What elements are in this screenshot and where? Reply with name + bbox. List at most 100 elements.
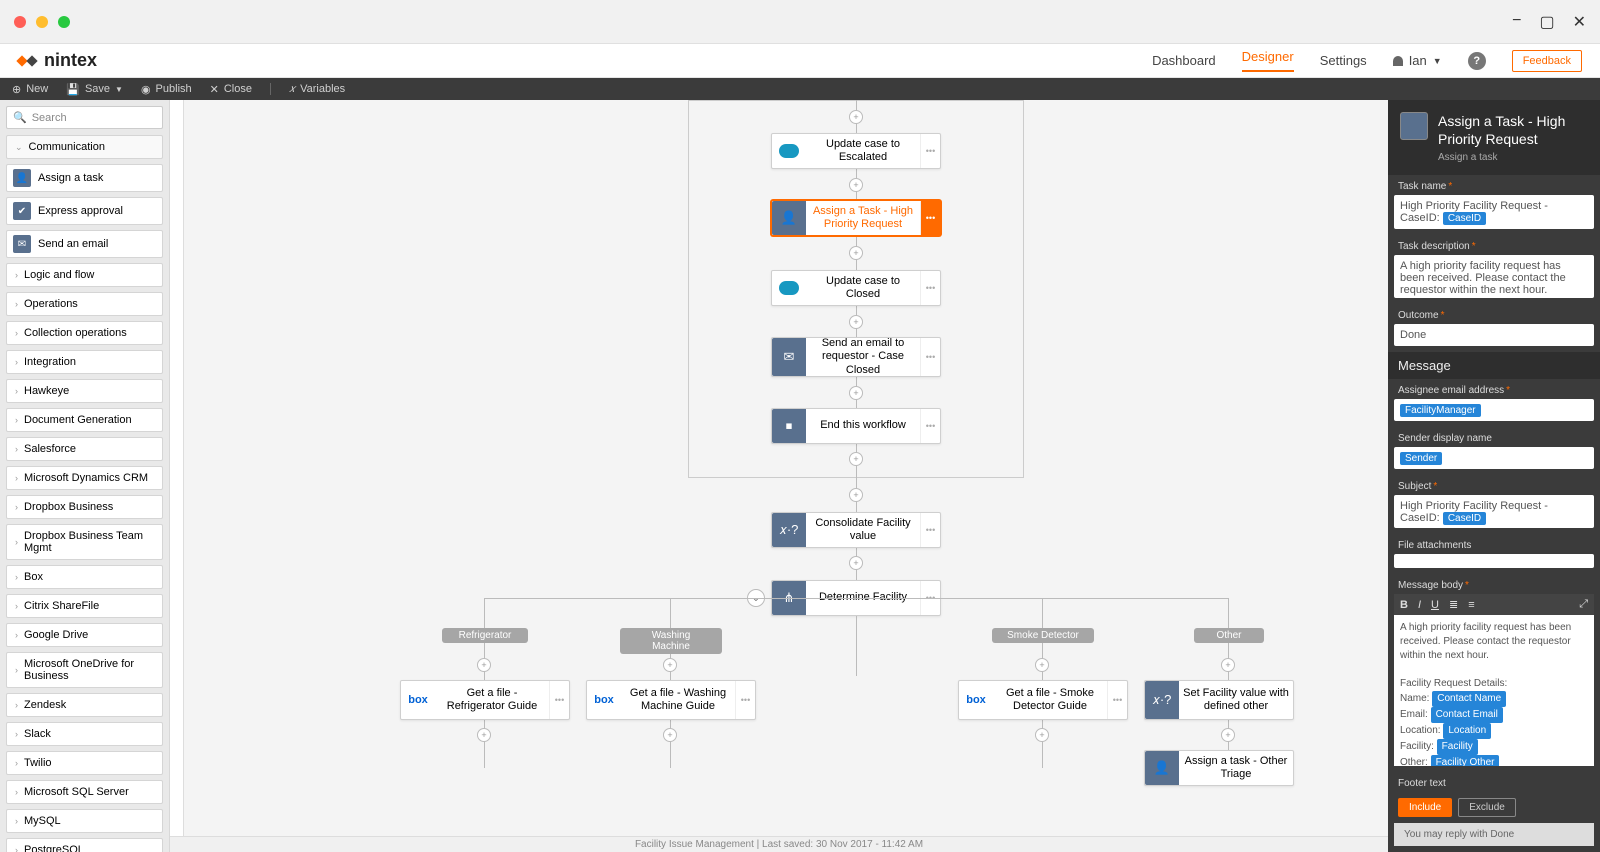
attachments-field[interactable] — [1394, 554, 1594, 568]
node-menu-button[interactable]: ••• — [1107, 681, 1127, 719]
node-assign-task-other-triage[interactable]: 👤 Assign a task - Other Triage — [1144, 750, 1294, 786]
node-send-email-case-closed[interactable]: ✉ Send an email to requestor - Case Clos… — [771, 337, 941, 377]
category-dropbox-business-team-mgmt[interactable]: ›Dropbox Business Team Mgmt — [6, 524, 163, 560]
node-assign-task-high-priority[interactable]: 👤 Assign a Task - High Priority Request … — [771, 200, 941, 236]
feedback-button[interactable]: Feedback — [1512, 50, 1582, 72]
node-menu-button[interactable]: ••• — [920, 271, 940, 305]
add-node-button[interactable]: + — [663, 658, 677, 672]
category-microsoft-sql-server[interactable]: ›Microsoft SQL Server — [6, 780, 163, 804]
category-operations[interactable]: ›Operations — [6, 292, 163, 316]
category-google-drive[interactable]: ›Google Drive — [6, 623, 163, 647]
node-end-workflow[interactable]: ⏹ End this workflow ••• — [771, 408, 941, 444]
palette-item-assign-task[interactable]: 👤Assign a task — [6, 164, 163, 192]
include-button[interactable]: Include — [1398, 798, 1452, 817]
add-node-button[interactable]: + — [849, 452, 863, 466]
palette-item-express-approval[interactable]: ✔Express approval — [6, 197, 163, 225]
bullet-list-button[interactable]: ≣ — [1449, 598, 1458, 611]
add-node-button[interactable]: + — [849, 110, 863, 124]
add-node-button[interactable]: + — [849, 488, 863, 502]
underline-button[interactable]: U — [1431, 599, 1439, 611]
node-menu-button[interactable]: ••• — [920, 409, 940, 443]
category-postgresql[interactable]: ›PostgreSQL — [6, 838, 163, 852]
expand-icon[interactable]: ⤢ — [1579, 598, 1588, 611]
save-button[interactable]: 💾 Save ▼ — [66, 83, 123, 96]
node-menu-button[interactable]: ••• — [920, 338, 940, 376]
nav-user[interactable]: Ian ▼ — [1393, 53, 1442, 68]
subject-field[interactable]: High Priority Facility Request - CaseID:… — [1394, 495, 1594, 528]
maximize-window-dot[interactable] — [58, 16, 70, 28]
add-node-button[interactable]: + — [1221, 728, 1235, 742]
add-node-button[interactable]: + — [477, 728, 491, 742]
node-menu-button[interactable]: ••• — [920, 201, 940, 235]
category-slack[interactable]: ›Slack — [6, 722, 163, 746]
palette-item-send-email[interactable]: ✉Send an email — [6, 230, 163, 258]
italic-button[interactable]: I — [1418, 599, 1421, 611]
category-twilio[interactable]: ›Twilio — [6, 751, 163, 775]
variable-tag[interactable]: CaseID — [1443, 512, 1486, 525]
task-description-field[interactable]: A high priority facility request has bee… — [1394, 255, 1594, 299]
variable-tag[interactable]: Sender — [1400, 452, 1442, 465]
node-menu-button[interactable]: ••• — [735, 681, 755, 719]
nav-dashboard[interactable]: Dashboard — [1152, 53, 1216, 68]
category-communication[interactable]: ⌄ Communication — [6, 135, 163, 159]
variable-tag[interactable]: Location — [1443, 723, 1491, 739]
maximize-icon[interactable]: ▢ — [1539, 12, 1554, 32]
node-get-file-refrigerator[interactable]: box Get a file - Refrigerator Guide ••• — [400, 680, 570, 720]
category-microsoft-dynamics-crm[interactable]: ›Microsoft Dynamics CRM — [6, 466, 163, 490]
variable-tag[interactable]: Contact Name — [1432, 691, 1506, 707]
publish-button[interactable]: ◉ Publish — [141, 83, 192, 96]
number-list-button[interactable]: ≡ — [1468, 599, 1474, 611]
outcome-field[interactable]: Done — [1394, 324, 1594, 345]
bold-button[interactable]: B — [1400, 599, 1408, 611]
category-collection-operations[interactable]: ›Collection operations — [6, 321, 163, 345]
category-logic-and-flow[interactable]: ›Logic and flow — [6, 263, 163, 287]
add-node-button[interactable]: + — [1221, 658, 1235, 672]
node-menu-button[interactable]: ••• — [549, 681, 569, 719]
variable-tag[interactable]: Contact Email — [1431, 707, 1503, 723]
category-zendesk[interactable]: ›Zendesk — [6, 693, 163, 717]
palette-search[interactable]: 🔍 Search — [6, 106, 163, 129]
nav-designer[interactable]: Designer — [1242, 49, 1294, 72]
variables-button[interactable]: 𝑥 Variables — [289, 83, 345, 96]
category-salesforce[interactable]: ›Salesforce — [6, 437, 163, 461]
variable-tag[interactable]: FacilityManager — [1400, 404, 1481, 417]
node-menu-button[interactable]: ••• — [920, 134, 940, 168]
message-body-field[interactable]: A high priority facility request has bee… — [1394, 615, 1594, 766]
category-dropbox-business[interactable]: ›Dropbox Business — [6, 495, 163, 519]
node-update-case-closed[interactable]: Update case to Closed ••• — [771, 270, 941, 306]
minimize-window-dot[interactable] — [36, 16, 48, 28]
category-hawkeye[interactable]: ›Hawkeye — [6, 379, 163, 403]
exclude-button[interactable]: Exclude — [1458, 798, 1516, 817]
category-citrix-sharefile[interactable]: ›Citrix ShareFile — [6, 594, 163, 618]
help-icon[interactable]: ? — [1468, 52, 1486, 70]
minimize-icon[interactable]: − — [1512, 12, 1521, 32]
nav-settings[interactable]: Settings — [1320, 53, 1367, 68]
add-node-button[interactable]: + — [849, 386, 863, 400]
node-get-file-smoke-detector[interactable]: box Get a file - Smoke Detector Guide ••… — [958, 680, 1128, 720]
node-menu-button[interactable]: ••• — [920, 513, 940, 547]
node-set-facility-other[interactable]: 𝑥·? Set Facility value with defined othe… — [1144, 680, 1294, 720]
node-update-case-escalated[interactable]: Update case to Escalated ••• — [771, 133, 941, 169]
add-node-button[interactable]: + — [849, 178, 863, 192]
category-document-generation[interactable]: ›Document Generation — [6, 408, 163, 432]
category-microsoft-onedrive-for-business[interactable]: ›Microsoft OneDrive for Business — [6, 652, 163, 688]
category-box[interactable]: ›Box — [6, 565, 163, 589]
add-node-button[interactable]: + — [1035, 658, 1049, 672]
sender-field[interactable]: Sender — [1394, 447, 1594, 469]
variable-tag[interactable]: Facility — [1437, 739, 1478, 755]
add-node-button[interactable]: + — [663, 728, 677, 742]
add-node-button[interactable]: + — [477, 658, 491, 672]
variable-tag[interactable]: CaseID — [1443, 212, 1486, 225]
add-node-button[interactable]: + — [849, 556, 863, 570]
add-node-button[interactable]: + — [849, 246, 863, 260]
add-node-button[interactable]: + — [849, 315, 863, 329]
node-get-file-washing-machine[interactable]: box Get a file - Washing Machine Guide •… — [586, 680, 756, 720]
close-icon[interactable]: ✕ — [1573, 12, 1586, 32]
category-integration[interactable]: ›Integration — [6, 350, 163, 374]
close-button[interactable]: ✕ Close — [210, 83, 252, 96]
workflow-canvas[interactable]: + Update case to Escalated ••• + 👤 Assig… — [184, 100, 1388, 836]
node-consolidate-facility[interactable]: 𝑥·? Consolidate Facility value ••• — [771, 512, 941, 548]
add-node-button[interactable]: + — [1035, 728, 1049, 742]
task-name-field[interactable]: High Priority Facility Request - CaseID:… — [1394, 195, 1594, 228]
close-window-dot[interactable] — [14, 16, 26, 28]
